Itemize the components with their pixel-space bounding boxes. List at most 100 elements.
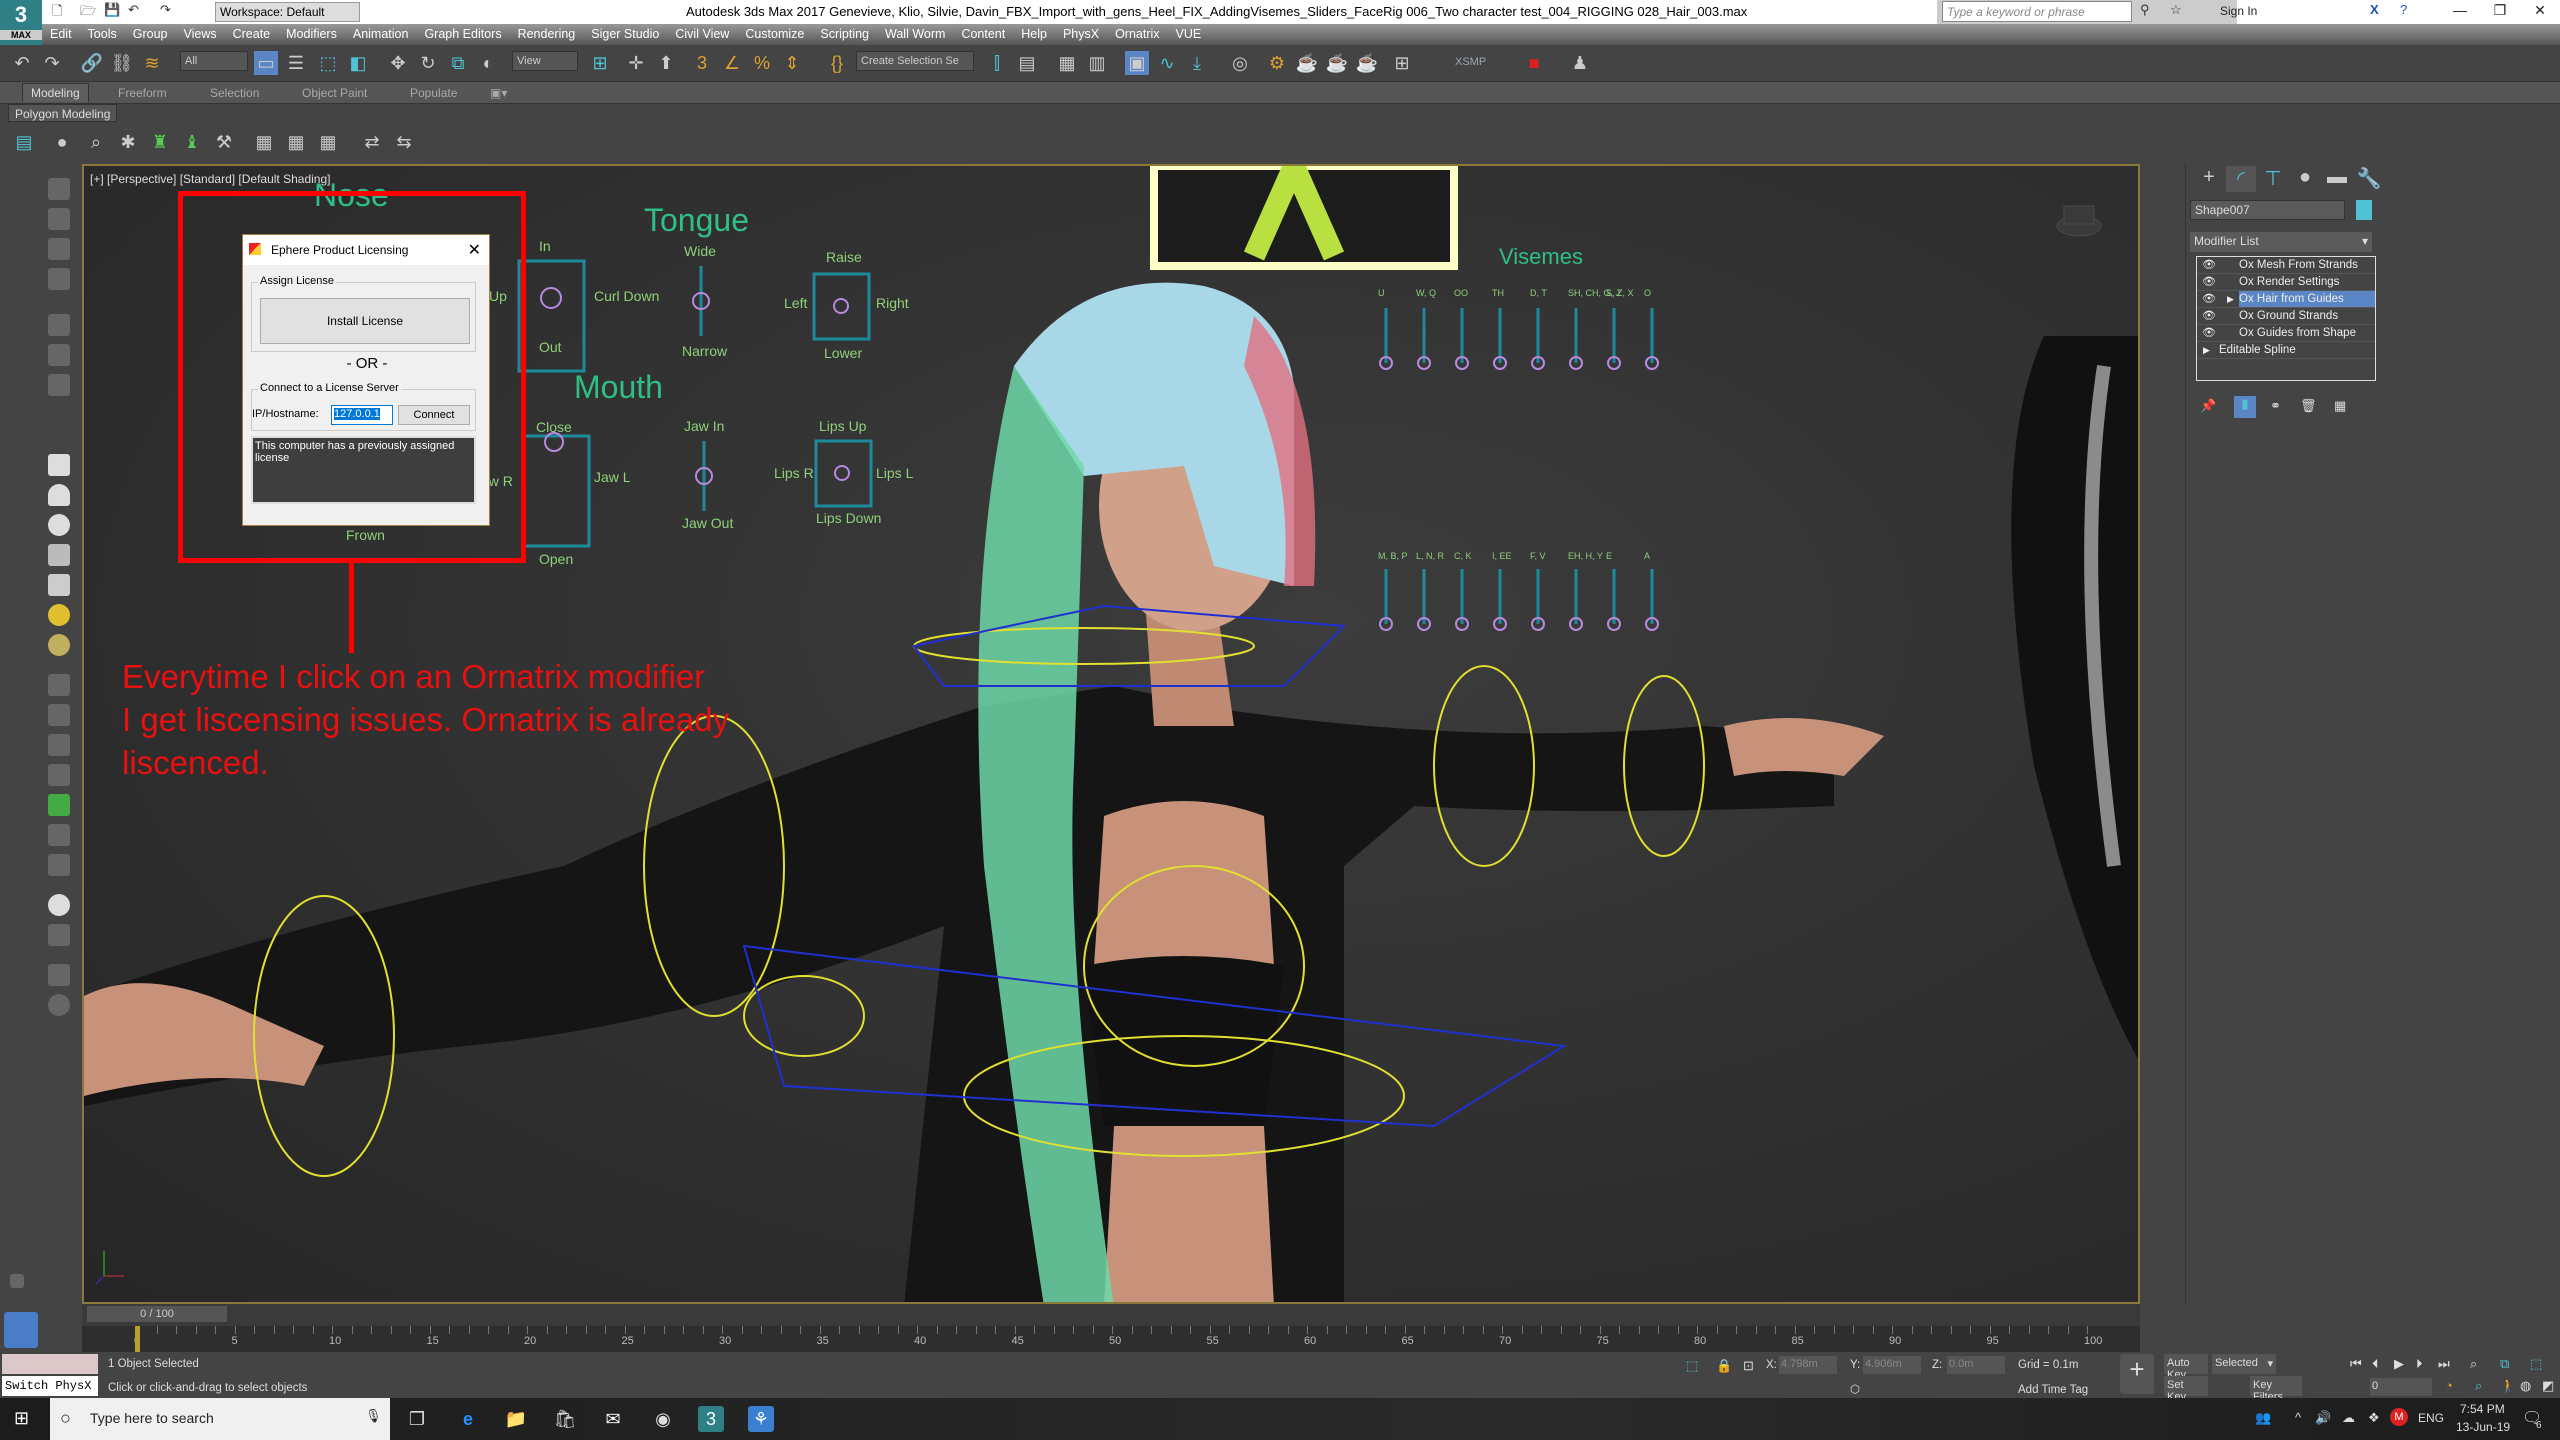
field-of-view-icon[interactable]: ⌕: [2475, 1378, 2482, 1394]
plugin-red-icon[interactable]: ■: [1522, 51, 1546, 75]
rig-knob[interactable]: [834, 465, 850, 481]
y-coordinate-field[interactable]: 4.906m: [1863, 1356, 1921, 1374]
tab-freeform[interactable]: Freeform: [118, 86, 167, 100]
help-icon[interactable]: [48, 994, 70, 1016]
rig-box[interactable]: [522, 434, 591, 548]
time-tag-icon[interactable]: ⬡: [1850, 1382, 1860, 1396]
tool-icon[interactable]: [48, 208, 70, 230]
stack-item[interactable]: 👁 Ox Guides from Shape: [2197, 325, 2375, 342]
network-app-icon[interactable]: ⚘: [748, 1406, 774, 1432]
zoom-extents-icon[interactable]: ⬚: [2530, 1356, 2542, 1372]
viewport-label[interactable]: [+] [Perspective] [Standard] [Default Sh…: [90, 172, 330, 186]
motion-tab-icon[interactable]: ●: [2290, 166, 2320, 192]
track-bar[interactable]: 0510152025303540455055606570758085909510…: [82, 1326, 2140, 1352]
rect-selection-icon[interactable]: ⬚: [316, 51, 340, 75]
goto-end-icon[interactable]: ⏭: [2438, 1356, 2450, 1372]
eye-icon[interactable]: 👁: [2202, 274, 2216, 290]
mail-icon[interactable]: ✉: [600, 1406, 626, 1432]
tool-icon[interactable]: [48, 704, 70, 726]
eye-icon[interactable]: 👁: [2202, 291, 2216, 307]
time-config-icon[interactable]: ◔: [2445, 1378, 2453, 1393]
tool-icon[interactable]: [48, 674, 70, 696]
figure-icon[interactable]: ♟: [1568, 51, 1592, 75]
onedrive-icon[interactable]: ☁: [2342, 1410, 2355, 1426]
spinner-snap-icon[interactable]: ⇕: [780, 51, 804, 75]
z-coordinate-field[interactable]: 0.0m: [1947, 1356, 2005, 1374]
tab-populate[interactable]: Populate: [410, 86, 457, 100]
zoom-all-icon[interactable]: ⧉: [2500, 1356, 2509, 1372]
grid-tool-icon[interactable]: ▦: [252, 130, 276, 154]
undo-icon[interactable]: ↶: [10, 51, 34, 75]
undo-icon[interactable]: ↶: [128, 2, 139, 18]
chrome-icon[interactable]: ◉: [650, 1406, 676, 1432]
scale-icon[interactable]: ⧉: [446, 51, 470, 75]
light-icon[interactable]: [48, 634, 70, 656]
file-explorer-icon[interactable]: 📁: [503, 1406, 529, 1432]
selection-set-dropdown[interactable]: Create Selection Se: [856, 51, 974, 71]
menu-help[interactable]: Help: [1013, 24, 1055, 45]
redo-icon[interactable]: ↷: [160, 2, 171, 18]
camera-icon[interactable]: ⌕: [84, 130, 108, 154]
menu-wall-worm[interactable]: Wall Worm: [877, 24, 953, 45]
render-frame-icon[interactable]: ☕: [1295, 51, 1319, 75]
keyboard-shortcut-icon[interactable]: ⬆: [654, 51, 678, 75]
layer-explorer-icon[interactable]: ▥: [1085, 51, 1109, 75]
new-file-icon[interactable]: 🗋: [52, 2, 62, 24]
time-slider-thumb[interactable]: 0 / 100: [87, 1306, 227, 1322]
sphere-icon[interactable]: [48, 514, 70, 536]
named-selection-icon[interactable]: {}: [825, 51, 849, 75]
material-editor-icon[interactable]: ◎: [1228, 51, 1252, 75]
current-time-marker[interactable]: [135, 1326, 140, 1352]
viewport-layout-icon[interactable]: [4, 1312, 38, 1348]
language-indicator[interactable]: ENG: [2418, 1411, 2444, 1425]
menu-views[interactable]: Views: [175, 24, 224, 45]
ribbon-options-icon[interactable]: ▣▾: [490, 86, 507, 100]
menu-edit[interactable]: Edit: [42, 24, 80, 45]
lock-selection-icon[interactable]: 🔒: [1716, 1358, 1732, 1374]
taskbar-search-input[interactable]: Type here to search: [50, 1398, 390, 1440]
microphone-icon[interactable]: 🎙: [365, 1408, 382, 1424]
redo-icon[interactable]: ↷: [40, 51, 64, 75]
placement-icon[interactable]: ◐: [476, 51, 500, 75]
play-icon[interactable]: ▶: [2394, 1356, 2404, 1372]
tool-icon[interactable]: [48, 314, 70, 336]
pyramid-icon[interactable]: [48, 574, 70, 596]
menu-physx[interactable]: PhysX: [1055, 24, 1107, 45]
hierarchy-tab-icon[interactable]: ⊤: [2258, 166, 2288, 192]
3dsmax-taskbar-icon[interactable]: 3: [698, 1406, 724, 1432]
store-icon[interactable]: 🛍: [552, 1406, 578, 1432]
box-icon[interactable]: [48, 454, 70, 476]
dropbox-icon[interactable]: ❖: [2368, 1410, 2380, 1426]
keyword-search-input[interactable]: Type a keyword or phrase: [1942, 1, 2132, 22]
menu-rendering[interactable]: Rendering: [510, 24, 584, 45]
make-unique-icon[interactable]: ⚭: [2270, 398, 2281, 414]
render-production-icon[interactable]: ☕: [1325, 51, 1349, 75]
edge-icon[interactable]: e: [455, 1406, 481, 1432]
schematic-view-icon[interactable]: ⤓: [1185, 51, 1209, 75]
display-tab-icon[interactable]: ▬: [2322, 166, 2352, 192]
mega-icon[interactable]: M: [2390, 1408, 2408, 1426]
brush-icon[interactable]: ⚒: [212, 130, 236, 154]
rig-knob[interactable]: [540, 287, 562, 309]
utilities-tab-icon[interactable]: 🔧: [2354, 166, 2384, 192]
cortana-icon[interactable]: ○: [60, 1408, 71, 1429]
display-icon[interactable]: ●: [50, 130, 74, 154]
dialog-close-button[interactable]: ✕: [468, 240, 481, 260]
menu-create[interactable]: Create: [225, 24, 279, 45]
stack-item[interactable]: 👁 Ox Render Settings: [2197, 274, 2375, 291]
bind-spacewarp-icon[interactable]: ≋: [140, 51, 164, 75]
sun-icon[interactable]: [48, 604, 70, 626]
menu-modifiers[interactable]: Modifiers: [278, 24, 345, 45]
people-icon[interactable]: 👥: [2255, 1410, 2271, 1426]
remove-modifier-icon[interactable]: 🗑: [2300, 398, 2317, 414]
key-filters-button[interactable]: Key Filters...: [2250, 1376, 2302, 1403]
close-button[interactable]: ✕: [2520, 2, 2560, 19]
menu-civil-view[interactable]: Civil View: [667, 24, 737, 45]
zoom-icon[interactable]: ⌕: [2470, 1356, 2477, 1372]
ip-hostname-input[interactable]: 127.0.0.1: [331, 405, 393, 425]
film-icon[interactable]: ▦: [284, 130, 308, 154]
switch-physx-field[interactable]: Switch PhysX: [2, 1376, 98, 1396]
isolate-selection-icon[interactable]: ⬚: [1686, 1358, 1698, 1374]
stack-base-object[interactable]: ▶ Editable Spline: [2197, 342, 2375, 359]
menu-graph-editors[interactable]: Graph Editors: [416, 24, 509, 45]
